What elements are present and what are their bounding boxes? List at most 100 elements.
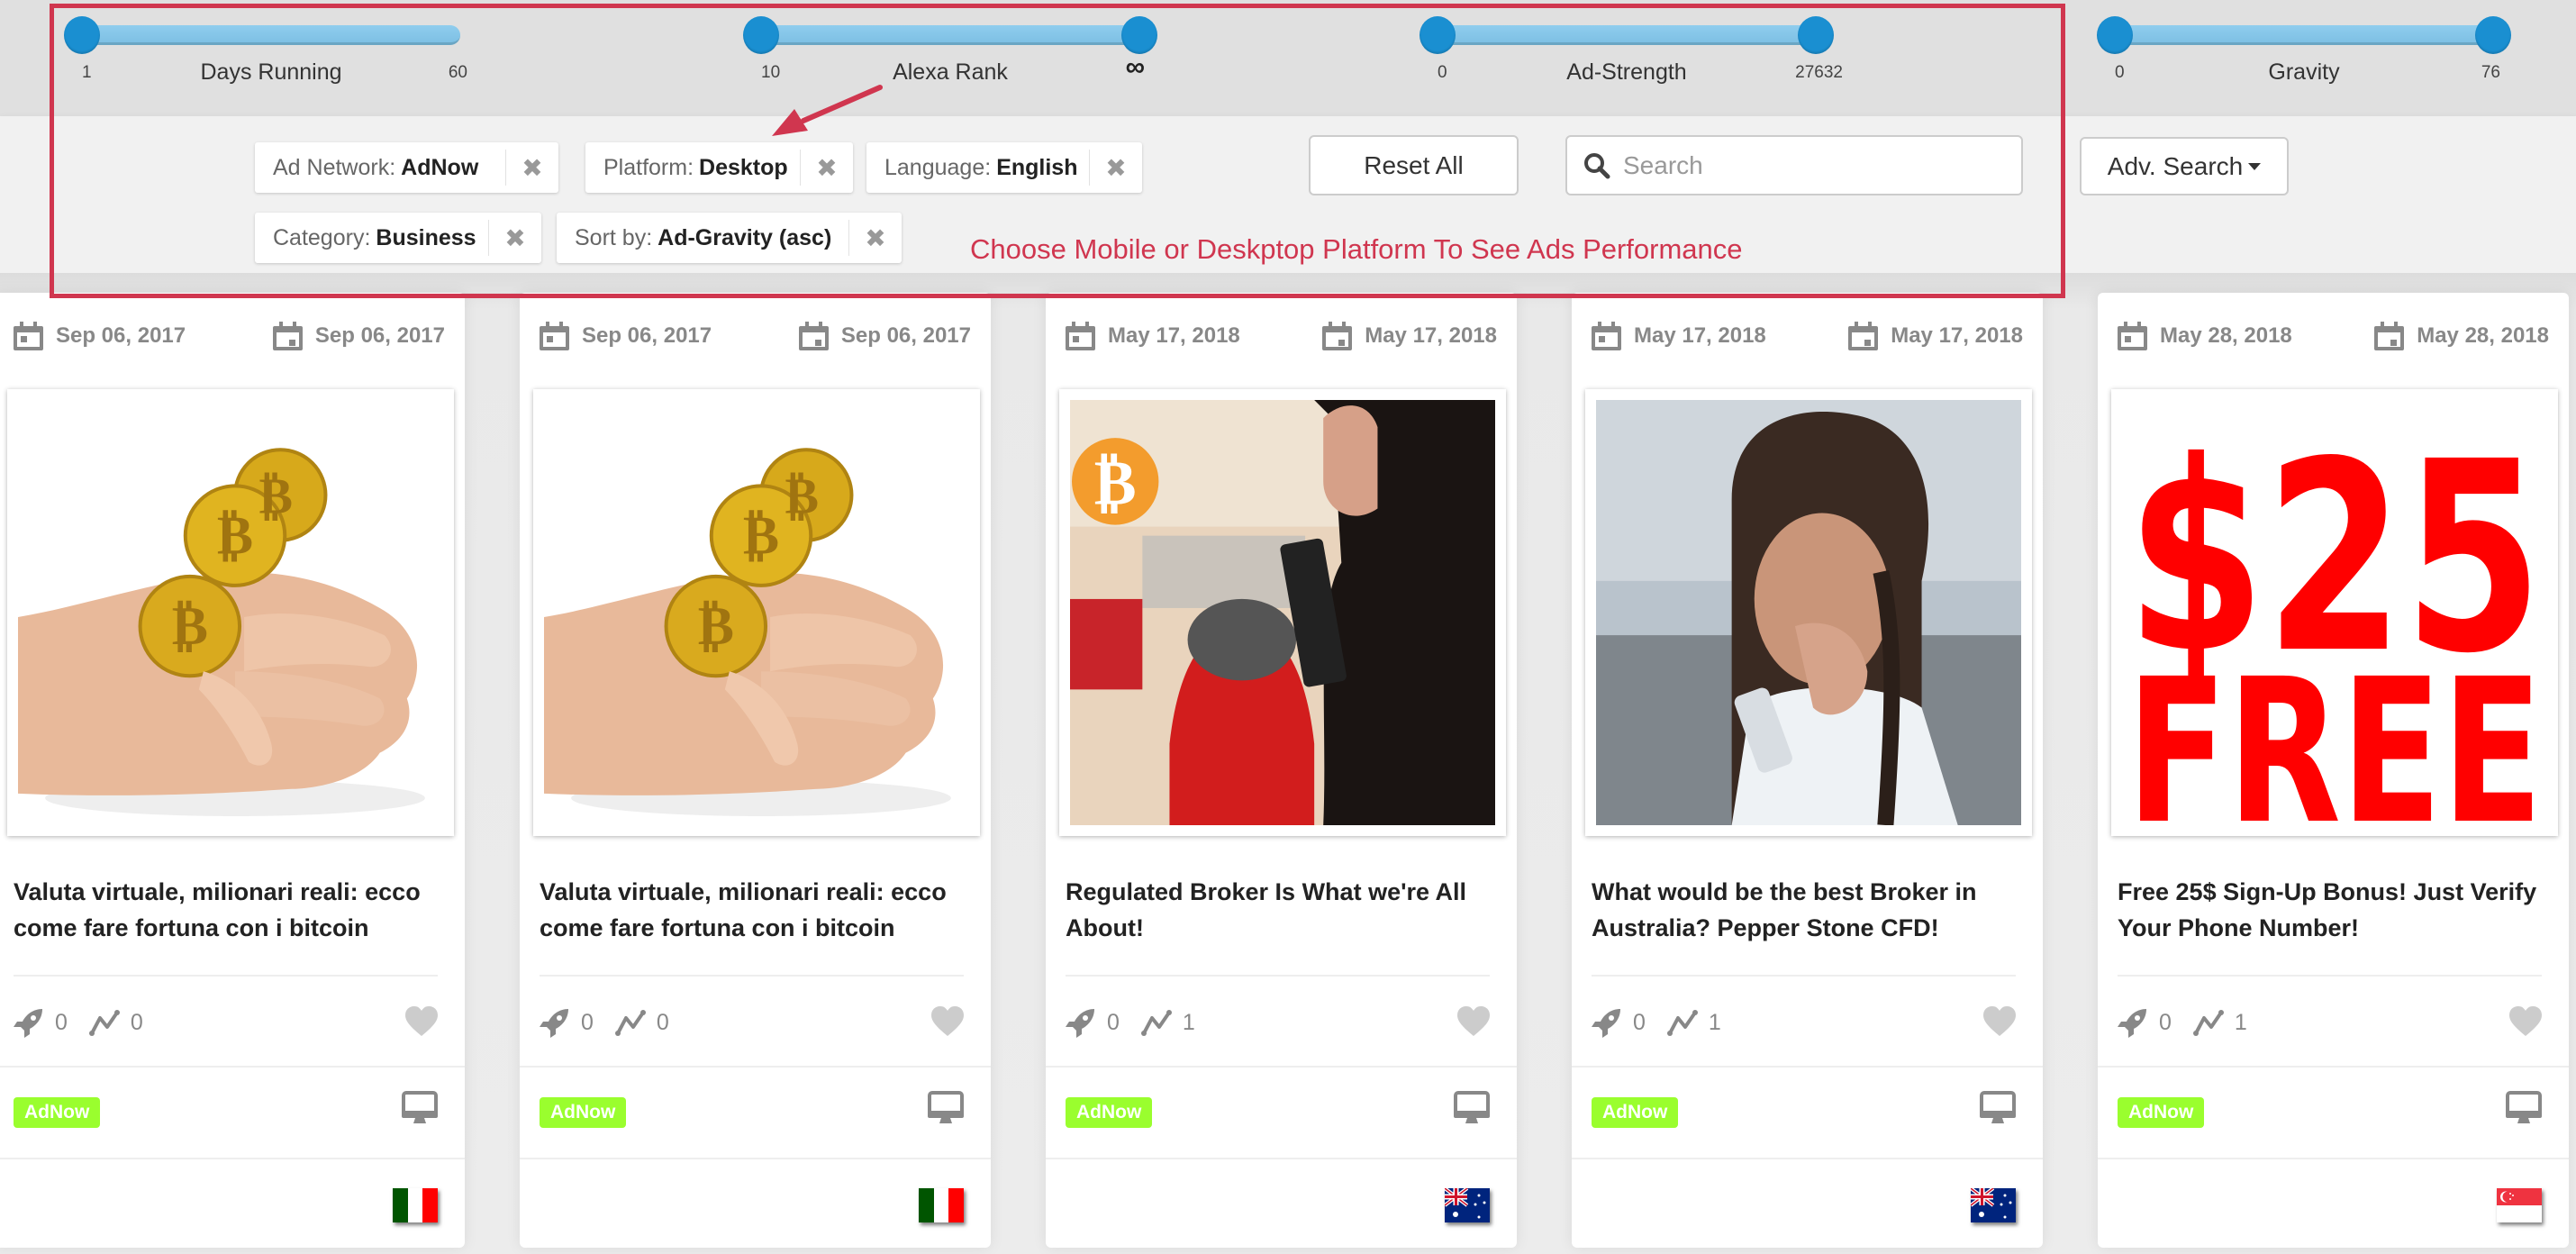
divider xyxy=(1572,1066,2043,1068)
remove-filter-icon[interactable]: ✖ xyxy=(489,213,541,263)
ad-card[interactable]: Sep 06, 2017 Sep 06, 2017 ₿ ₿ ₿ Valuta v… xyxy=(0,293,465,1248)
slider-track[interactable] xyxy=(82,25,460,45)
rocket-count: 0 xyxy=(1633,1009,1646,1035)
last-seen-date: Sep 06, 2017 xyxy=(272,322,445,350)
trend-count: 0 xyxy=(130,1009,143,1035)
heart-icon[interactable] xyxy=(2509,1006,2542,1037)
svg-text:₿: ₿ xyxy=(259,468,292,526)
slider-max-label: 27632 xyxy=(1795,63,1843,82)
slider-alexa-rank[interactable]: 10 Alexa Rank ∞ xyxy=(743,0,1157,116)
slider-handle-low[interactable] xyxy=(1420,16,1456,54)
ad-title[interactable]: What would be the best Broker in Austral… xyxy=(1592,874,2016,946)
slider-title: Days Running xyxy=(200,59,342,85)
search-box[interactable] xyxy=(1565,135,2023,195)
ad-image-crying-woman-phone[interactable] xyxy=(1596,400,2021,825)
remove-filter-icon[interactable]: ✖ xyxy=(506,142,558,193)
slider-ad-strength[interactable]: 0 Ad-Strength 27632 xyxy=(1420,0,1843,116)
adv-search-label: Adv. Search xyxy=(2107,151,2244,180)
divider xyxy=(2098,1066,2569,1068)
remove-filter-icon[interactable]: ✖ xyxy=(801,142,853,193)
ad-image-bitcoin-car-phone[interactable]: ₿ xyxy=(1070,400,1495,825)
slider-handle-high[interactable] xyxy=(2475,16,2511,54)
search-input[interactable] xyxy=(1623,150,2001,180)
desktop-icon xyxy=(1454,1091,1490,1123)
ad-stats: 0 1 xyxy=(2118,1004,2542,1040)
calendar-end-icon xyxy=(1322,322,1353,350)
caret-down-icon xyxy=(2248,162,2262,170)
slider-days-running[interactable]: 1 Days Running 60 xyxy=(64,0,467,116)
svg-text:₿: ₿ xyxy=(172,595,208,658)
ad-image-frame[interactable]: ₿ ₿ ₿ xyxy=(7,389,454,836)
slider-track[interactable] xyxy=(761,25,1139,45)
calendar-start-icon xyxy=(540,322,569,350)
ad-title[interactable]: Free 25$ Sign-Up Bonus! Just Verify Your… xyxy=(2118,874,2542,946)
ad-image-frame[interactable] xyxy=(1585,389,2032,836)
flag-australia-icon xyxy=(1971,1188,2016,1222)
ad-card[interactable]: May 28, 2018 May 28, 2018 $25 FREE Free … xyxy=(2098,293,2569,1248)
slider-track[interactable] xyxy=(1438,25,1816,45)
first-seen-date: May 17, 2018 xyxy=(1066,322,1240,350)
date-range: Sep 06, 2017 Sep 06, 2017 xyxy=(14,318,445,354)
heart-icon[interactable] xyxy=(931,1006,964,1037)
ad-title[interactable]: Valuta virtuale, milionari reali: ecco c… xyxy=(14,874,438,946)
filter-value: Business xyxy=(376,224,476,250)
calendar-end-icon xyxy=(798,322,829,350)
heart-icon[interactable] xyxy=(405,1006,438,1037)
svg-text:₿: ₿ xyxy=(217,504,253,568)
rocket-icon xyxy=(14,1009,42,1038)
ad-card[interactable]: May 17, 2018 May 17, 2018 ₿ Regulated Br… xyxy=(1046,293,1517,1248)
adv-search-button[interactable]: Adv. Search xyxy=(2080,137,2289,195)
ad-title[interactable]: Valuta virtuale, milionari reali: ecco c… xyxy=(540,874,964,946)
filter-label: Sort by: xyxy=(575,224,653,250)
divider xyxy=(520,1066,991,1068)
calendar-start-icon xyxy=(1592,322,1621,350)
ad-image-frame[interactable]: ₿ xyxy=(1059,389,1506,836)
remove-filter-icon[interactable]: ✖ xyxy=(1090,142,1142,193)
filter-chip-sort-by: Sort by: Ad-Gravity (asc) ✖ xyxy=(557,213,902,263)
first-seen-date: May 17, 2018 xyxy=(1592,322,1766,350)
ad-image-frame[interactable]: ₿ ₿ ₿ xyxy=(533,389,980,836)
flag-singapore-icon xyxy=(2497,1188,2542,1222)
desktop-icon xyxy=(928,1091,964,1123)
divider xyxy=(1592,975,2016,977)
slider-track[interactable] xyxy=(2115,25,2493,45)
slider-max-label: ∞ xyxy=(1125,52,1145,82)
date-range: May 28, 2018 May 28, 2018 xyxy=(2118,318,2549,354)
slider-handle-high[interactable] xyxy=(1798,16,1834,54)
trend-count: 1 xyxy=(1708,1009,1721,1035)
filter-value: Desktop xyxy=(699,154,788,180)
slider-handle-low[interactable] xyxy=(64,16,100,54)
divider xyxy=(520,1158,991,1159)
ad-image-25-free[interactable]: $25 FREE xyxy=(2122,400,2547,825)
divider xyxy=(2098,1158,2569,1159)
date-range: May 17, 2018 May 17, 2018 xyxy=(1066,318,1497,354)
trend-icon xyxy=(2192,1010,2224,1036)
remove-filter-icon[interactable]: ✖ xyxy=(849,213,902,263)
ad-image-bitcoin-hand[interactable]: ₿ ₿ ₿ xyxy=(18,400,443,825)
heart-icon[interactable] xyxy=(1457,1006,1490,1037)
heart-icon[interactable] xyxy=(1983,1006,2016,1037)
rocket-icon xyxy=(540,1009,568,1038)
slider-title: Alexa Rank xyxy=(893,59,1008,85)
filter-chip-ad-network: Ad Network: AdNow ✖ xyxy=(255,142,558,193)
ad-title[interactable]: Regulated Broker Is What we're All About… xyxy=(1066,874,1490,946)
slider-handle-high[interactable] xyxy=(1121,16,1157,54)
calendar-start-icon xyxy=(14,322,43,350)
reset-all-button[interactable]: Reset All xyxy=(1309,135,1519,195)
filter-label: Platform: xyxy=(603,154,694,180)
ad-image-bitcoin-hand[interactable]: ₿ ₿ ₿ xyxy=(544,400,969,825)
rocket-count: 0 xyxy=(1107,1009,1120,1035)
ad-card[interactable]: Sep 06, 2017 Sep 06, 2017 ₿ ₿ ₿ Valuta v… xyxy=(520,293,991,1248)
ad-card[interactable]: May 17, 2018 May 17, 2018 What would be … xyxy=(1572,293,2043,1248)
slider-handle-low[interactable] xyxy=(743,16,779,54)
trend-count: 1 xyxy=(2234,1009,2247,1035)
ad-image-frame[interactable]: $25 FREE xyxy=(2111,389,2558,836)
slider-handle-low[interactable] xyxy=(2097,16,2133,54)
ad-network-badge: AdNow xyxy=(2118,1097,2205,1128)
rocket-count: 0 xyxy=(2159,1009,2172,1035)
date-range: Sep 06, 2017 Sep 06, 2017 xyxy=(540,318,971,354)
slider-max-label: 76 xyxy=(2481,63,2500,82)
start-date-text: Sep 06, 2017 xyxy=(582,323,712,348)
slider-gravity[interactable]: 0 Gravity 76 xyxy=(2097,0,2511,116)
start-date-text: May 17, 2018 xyxy=(1634,323,1766,348)
